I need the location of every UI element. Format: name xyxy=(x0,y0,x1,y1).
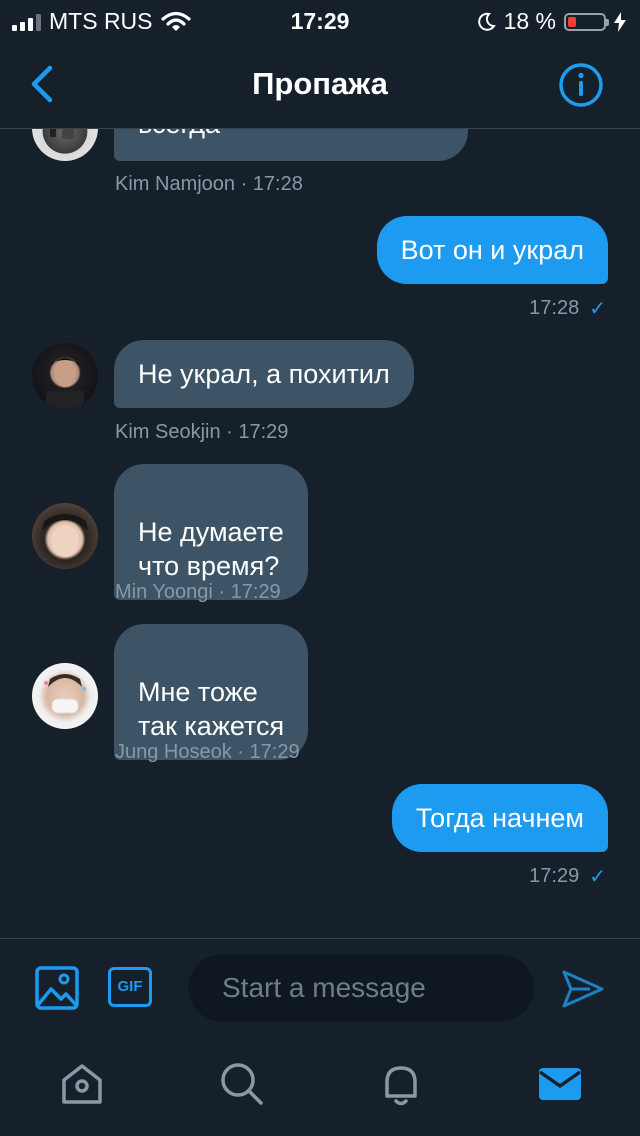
avatar-hoseok[interactable] xyxy=(32,663,98,729)
message-time: 17:29 xyxy=(529,865,580,887)
message-bubble-incoming[interactable]: всегда xyxy=(114,129,468,161)
message-meta: Kim Namjoon · 17:28 xyxy=(115,173,303,195)
message-bubble-incoming[interactable]: Не думаете что время? xyxy=(114,464,308,600)
bottom-tab-bar xyxy=(0,1040,640,1136)
message-meta: Min Yoongi · 17:29 xyxy=(115,581,281,603)
message-text: Вот он и украл xyxy=(400,235,584,265)
info-button[interactable] xyxy=(558,62,604,108)
tab-notifications[interactable] xyxy=(377,1060,425,1108)
message-list[interactable]: всегда Kim Namjoon · 17:28 Вот он и укра… xyxy=(0,129,640,937)
message-composer: GIF xyxy=(0,938,640,1039)
info-icon xyxy=(559,63,603,107)
send-icon xyxy=(562,970,604,1008)
message-bubble-incoming[interactable]: Мне тоже так кажется xyxy=(114,624,309,760)
message-text: Тогда начнем xyxy=(415,803,584,833)
status-bar: MTS RUS 17:29 18 % xyxy=(0,0,640,40)
status-right: 18 % xyxy=(476,8,626,35)
avatar-namjoon[interactable] xyxy=(32,129,98,161)
message-bubble-outgoing[interactable]: Вот он и украл xyxy=(376,216,608,284)
image-icon xyxy=(35,966,79,1010)
message-text: Не украл, а похитил xyxy=(138,359,390,389)
mail-icon xyxy=(538,1068,582,1100)
battery-percent: 18 % xyxy=(503,8,556,34)
avatar-yoongi[interactable] xyxy=(32,503,98,569)
tab-messages[interactable] xyxy=(536,1060,584,1108)
search-icon xyxy=(221,1063,263,1105)
message-bubble-outgoing[interactable]: Тогда начнем xyxy=(391,784,608,852)
battery-icon xyxy=(564,12,609,31)
message-text: всегда xyxy=(138,129,220,139)
checkmark-icon: ✓ xyxy=(589,298,606,320)
message-meta: Jung Hoseok · 17:29 xyxy=(115,741,300,763)
message-time: 17:28 xyxy=(529,297,580,319)
tab-search[interactable] xyxy=(218,1060,266,1108)
message-bubble-incoming[interactable]: Не украл, а похитил xyxy=(114,340,414,408)
tab-home[interactable] xyxy=(58,1060,106,1108)
message-meta: 17:29 ✓ xyxy=(529,864,606,889)
checkmark-icon: ✓ xyxy=(589,866,606,888)
conversation-header: Пропажа xyxy=(0,40,640,129)
charging-bolt-icon xyxy=(614,11,626,32)
message-meta: Kim Seokjin · 17:29 xyxy=(115,421,289,443)
conversation-title: Пропажа xyxy=(252,66,388,101)
bell-icon xyxy=(385,1066,417,1106)
message-text: Не думаете что время? xyxy=(138,517,284,581)
moon-icon xyxy=(477,12,496,31)
home-icon xyxy=(62,1064,102,1104)
avatar-seokjin[interactable] xyxy=(32,343,98,409)
message-meta: 17:28 ✓ xyxy=(529,296,606,321)
image-button[interactable] xyxy=(34,965,80,1011)
send-button[interactable] xyxy=(560,966,606,1012)
message-input[interactable] xyxy=(188,955,534,1021)
gif-button[interactable]: GIF xyxy=(108,967,152,1007)
message-text: Мне тоже так кажется xyxy=(138,677,285,741)
